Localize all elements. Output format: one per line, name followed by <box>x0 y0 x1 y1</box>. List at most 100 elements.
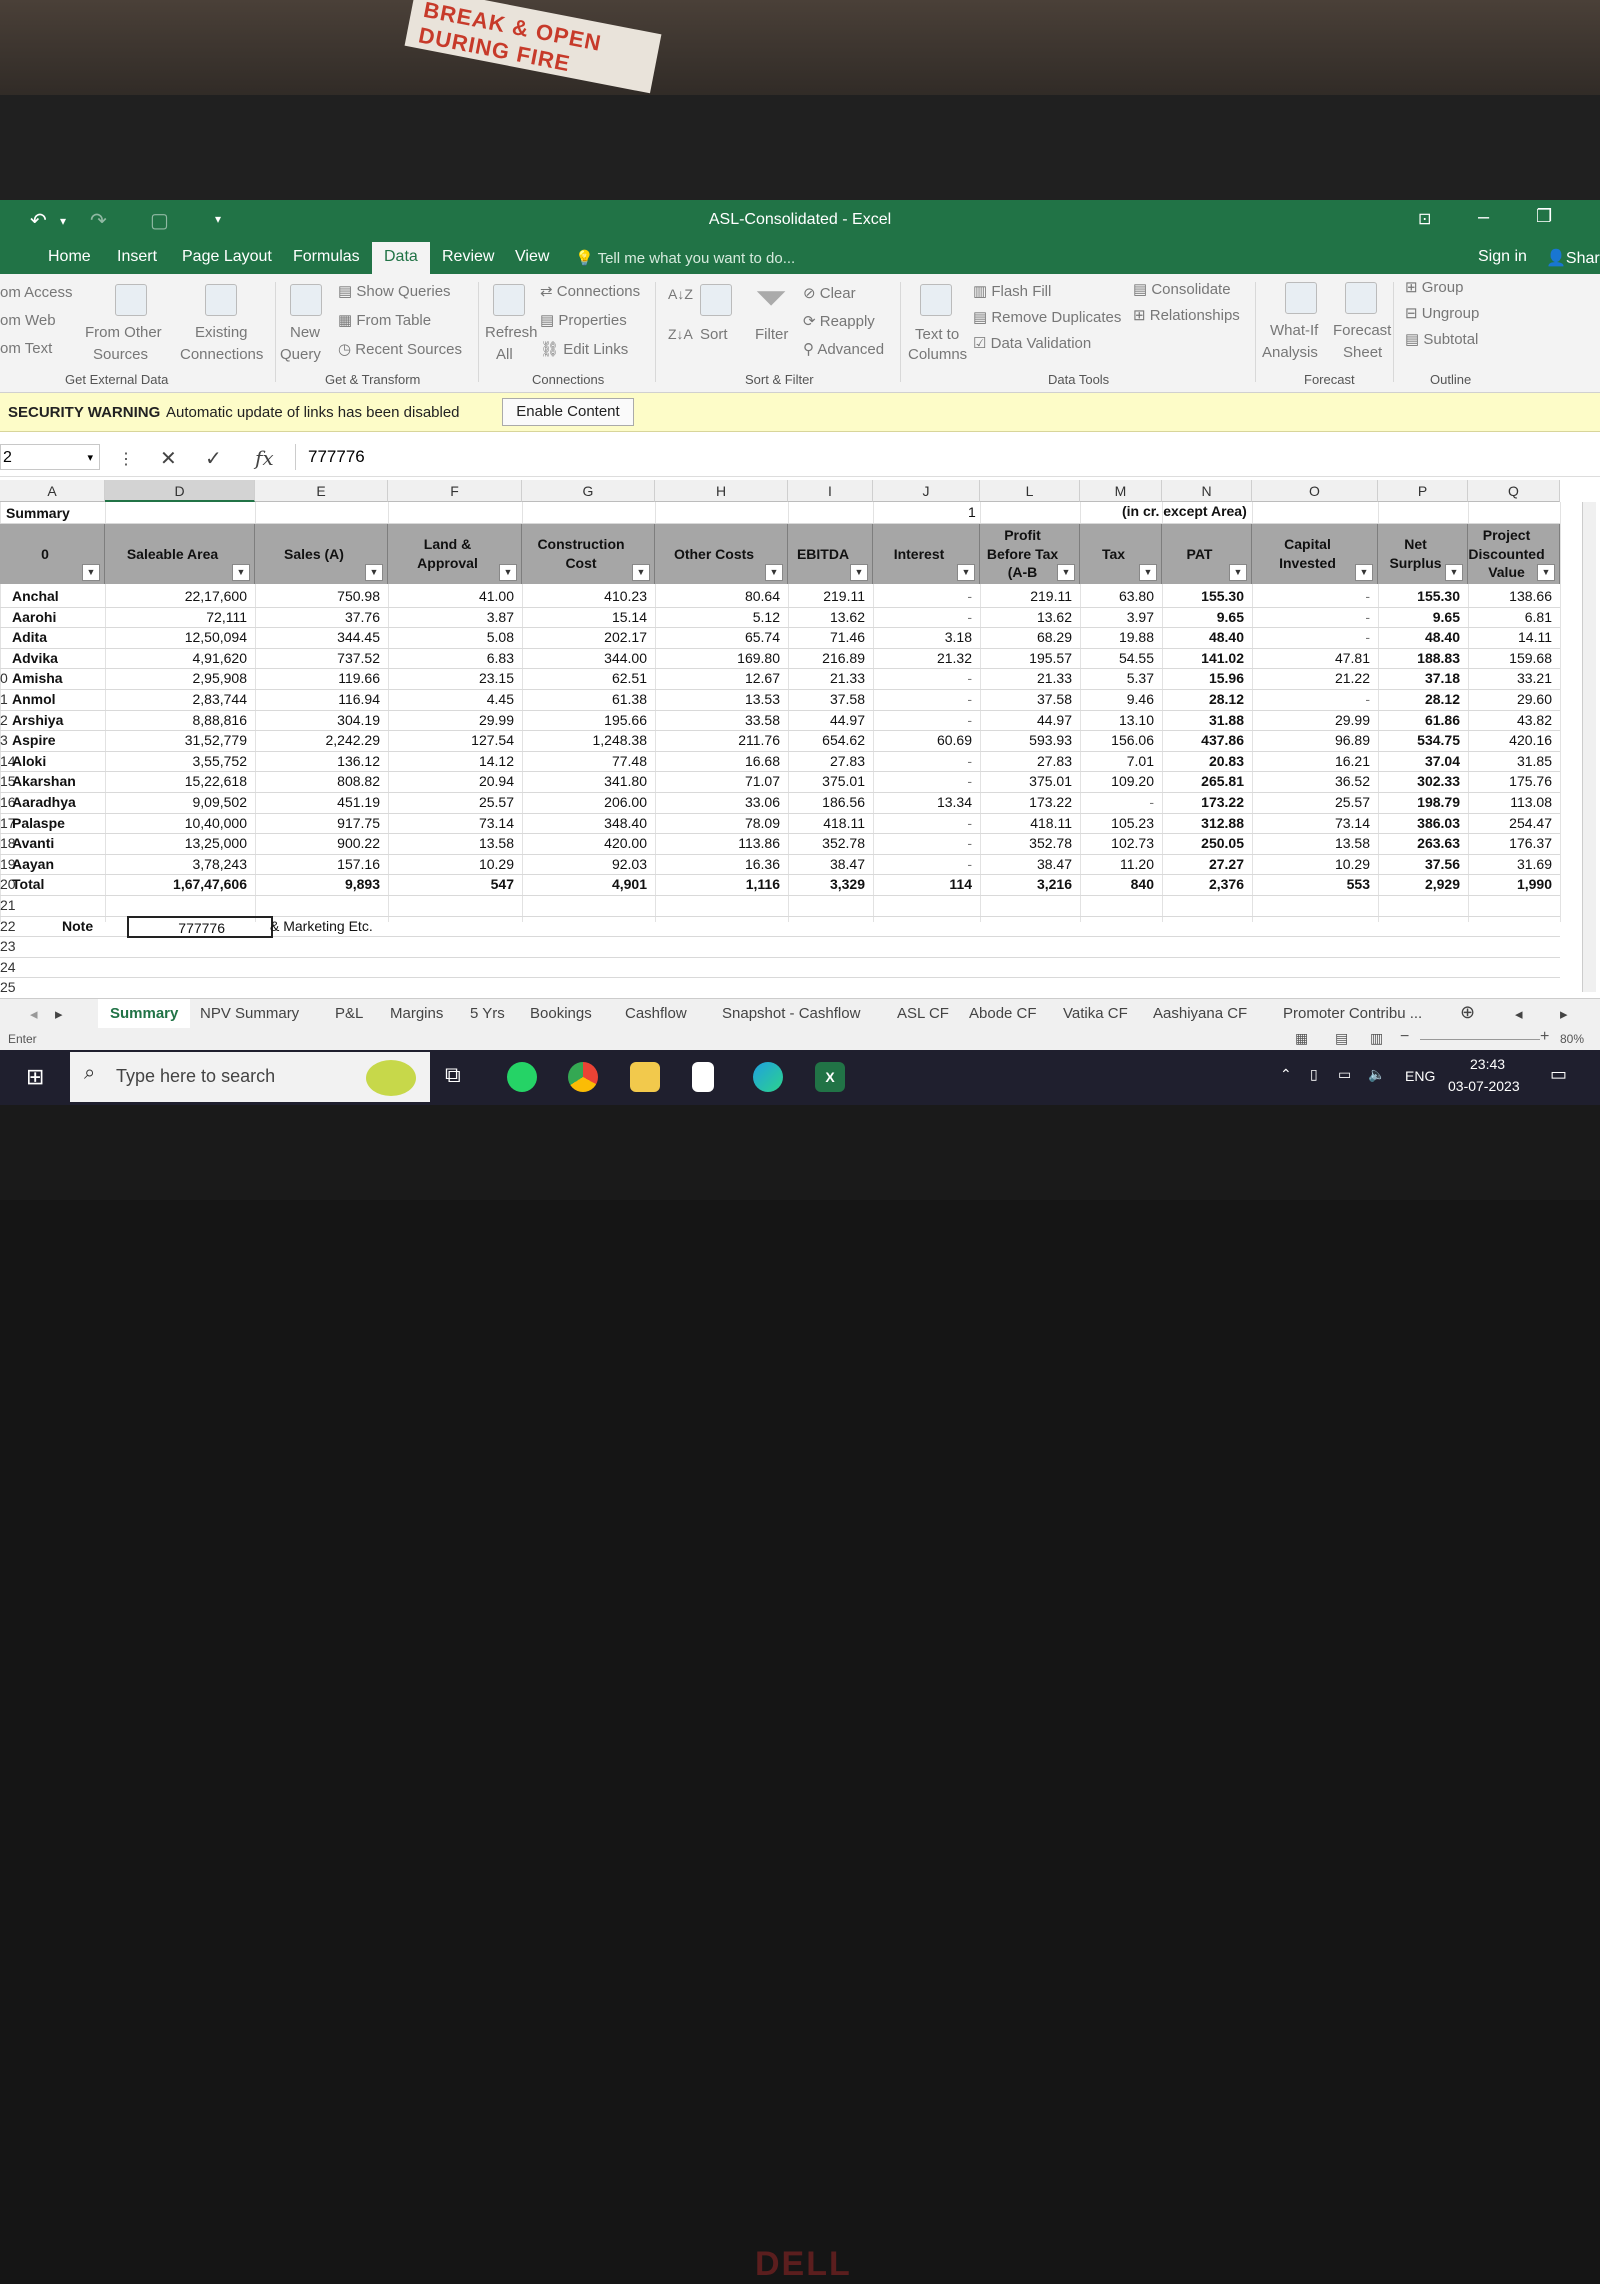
table-cell[interactable]: - <box>873 753 972 769</box>
table-cell[interactable]: 263.63 <box>1378 835 1460 851</box>
table-cell[interactable]: 341.80 <box>522 773 647 789</box>
table-cell[interactable]: 2,95,908 <box>105 670 248 686</box>
formula-input[interactable]: 777776 <box>295 444 1595 470</box>
table-cell[interactable]: 13,25,000 <box>105 835 247 851</box>
project-name[interactable]: Anchal <box>12 588 59 604</box>
table-cell[interactable]: 437.86 <box>1162 732 1244 748</box>
table-cell[interactable]: 10.29 <box>388 856 514 872</box>
column-header-f[interactable]: F <box>388 480 522 502</box>
table-cell[interactable]: 16.21 <box>1252 753 1370 769</box>
connections-button[interactable]: ⇄ Connections <box>540 282 640 300</box>
table-cell[interactable]: 127.54 <box>388 732 514 748</box>
row-number[interactable]: 14 <box>0 753 16 769</box>
table-cell[interactable]: 3,329 <box>788 876 865 892</box>
table-cell[interactable]: 15.14 <box>522 609 647 625</box>
table-header-cell[interactable]: Land & Approval ▼ <box>388 524 522 584</box>
table-cell[interactable]: 20.94 <box>388 773 514 789</box>
table-cell[interactable]: 375.01 <box>788 773 865 789</box>
network-icon[interactable]: ▭ <box>1338 1066 1351 1083</box>
column-header-m[interactable]: M <box>1080 480 1162 502</box>
table-cell[interactable]: 553 <box>1252 876 1370 892</box>
table-cell[interactable]: 4,901 <box>522 876 647 892</box>
table-cell[interactable]: 4,91,620 <box>105 650 248 666</box>
table-cell[interactable]: 23.15 <box>388 670 514 686</box>
table-cell[interactable]: 27.83 <box>788 753 865 769</box>
sheet-tab-abode-cf[interactable]: Abode CF <box>969 1005 1037 1022</box>
windows-icon[interactable]: ⊞ <box>26 1064 44 1090</box>
project-name[interactable]: Advika <box>12 650 58 666</box>
row-number[interactable]: 22 <box>0 918 16 934</box>
table-cell[interactable]: - <box>1252 629 1370 645</box>
clock-date[interactable]: 03-07-2023 <box>1448 1078 1520 1094</box>
table-cell[interactable]: 41.00 <box>388 588 514 604</box>
scroll-right-icon[interactable]: ▸ <box>55 1005 63 1023</box>
edit-links-button[interactable]: ⛓ Edit Links <box>540 340 628 358</box>
table-cell[interactable]: 31,52,779 <box>105 732 247 748</box>
table-cell[interactable]: 48.40 <box>1378 629 1460 645</box>
row-number[interactable]: 25 <box>0 979 16 995</box>
table-cell[interactable]: 737.52 <box>255 650 380 666</box>
name-box-dropdown-icon[interactable]: ▾ <box>87 445 93 471</box>
whatsapp-icon[interactable] <box>507 1062 537 1092</box>
table-cell[interactable]: 7.01 <box>1080 753 1154 769</box>
table-cell[interactable]: 12.67 <box>655 670 780 686</box>
table-cell[interactable]: 156.06 <box>1080 732 1154 748</box>
table-cell[interactable]: 195.66 <box>522 712 647 728</box>
table-cell[interactable]: 1,67,47,606 <box>105 876 247 892</box>
table-cell[interactable]: 5.37 <box>1080 670 1154 686</box>
table-cell[interactable]: 73.14 <box>1252 815 1370 831</box>
tab-home[interactable]: Home <box>48 248 91 266</box>
table-cell[interactable]: 198.79 <box>1378 794 1460 810</box>
project-name[interactable]: Aarohi <box>12 609 56 625</box>
filter-dropdown-icon[interactable]: ▼ <box>365 564 383 581</box>
filter-dropdown-icon[interactable]: ▼ <box>232 564 250 581</box>
subtotal-button[interactable]: ▤ Subtotal <box>1405 330 1478 348</box>
enable-content-button[interactable]: Enable Content <box>502 398 634 426</box>
table-cell[interactable]: 547 <box>388 876 514 892</box>
table-cell[interactable]: 250.05 <box>1162 835 1244 851</box>
table-cell[interactable]: 22,17,600 <box>105 588 247 604</box>
table-cell[interactable]: 33.06 <box>655 794 780 810</box>
project-name[interactable]: Aloki <box>12 753 46 769</box>
zoom-level[interactable]: 80% <box>1560 1032 1584 1046</box>
text-to-label[interactable]: Text to <box>915 326 959 343</box>
table-cell[interactable]: 31.69 <box>1468 856 1552 872</box>
table-cell[interactable]: 155.30 <box>1378 588 1460 604</box>
table-cell[interactable]: 188.83 <box>1378 650 1460 666</box>
table-cell[interactable]: 68.29 <box>980 629 1072 645</box>
table-cell[interactable]: 176.37 <box>1468 835 1552 851</box>
column-header-h[interactable]: H <box>655 480 788 502</box>
table-cell[interactable]: 27.27 <box>1162 856 1244 872</box>
column-header-a[interactable]: A <box>0 480 105 502</box>
properties-button[interactable]: ▤ Properties <box>540 311 627 329</box>
table-cell[interactable]: 78.09 <box>655 815 780 831</box>
tray-chevron-icon[interactable]: ⌃ <box>1280 1066 1292 1083</box>
table-cell[interactable]: 29.60 <box>1468 691 1552 707</box>
table-cell[interactable]: 15,22,618 <box>105 773 247 789</box>
row-number[interactable]: 21 <box>0 897 16 913</box>
table-cell[interactable]: 9,09,502 <box>105 794 248 810</box>
insert-function-icon[interactable]: fx <box>255 446 274 470</box>
clear-button[interactable]: ⊘ Clear <box>803 284 856 302</box>
share-button[interactable]: 👤Shar <box>1546 248 1600 268</box>
project-name[interactable]: Arshiya <box>12 712 63 728</box>
table-cell[interactable]: 211.76 <box>655 732 780 748</box>
normal-view-icon[interactable]: ▦ <box>1295 1030 1308 1047</box>
task-view-icon[interactable]: ⧉ <box>445 1062 475 1092</box>
table-cell[interactable]: 1,990 <box>1468 876 1552 892</box>
show-queries-button[interactable]: ▤ Show Queries <box>338 282 451 300</box>
table-cell[interactable]: 102.73 <box>1080 835 1154 851</box>
table-cell[interactable]: 21.33 <box>788 670 865 686</box>
all-label[interactable]: All <box>496 346 513 363</box>
table-cell[interactable]: - <box>873 815 972 831</box>
query-label[interactable]: Query <box>280 346 321 363</box>
table-cell[interactable]: 9,893 <box>255 876 380 892</box>
filter-dropdown-icon[interactable]: ▼ <box>1355 564 1373 581</box>
table-cell[interactable]: - <box>873 856 972 872</box>
table-cell[interactable]: 344.00 <box>522 650 647 666</box>
column-header-e[interactable]: E <box>255 480 388 502</box>
cell-marker[interactable]: 1 <box>968 504 976 520</box>
table-cell[interactable]: 62.51 <box>522 670 647 686</box>
table-cell[interactable]: 31.88 <box>1162 712 1244 728</box>
reapply-button[interactable]: ⟳ Reapply <box>803 312 875 330</box>
